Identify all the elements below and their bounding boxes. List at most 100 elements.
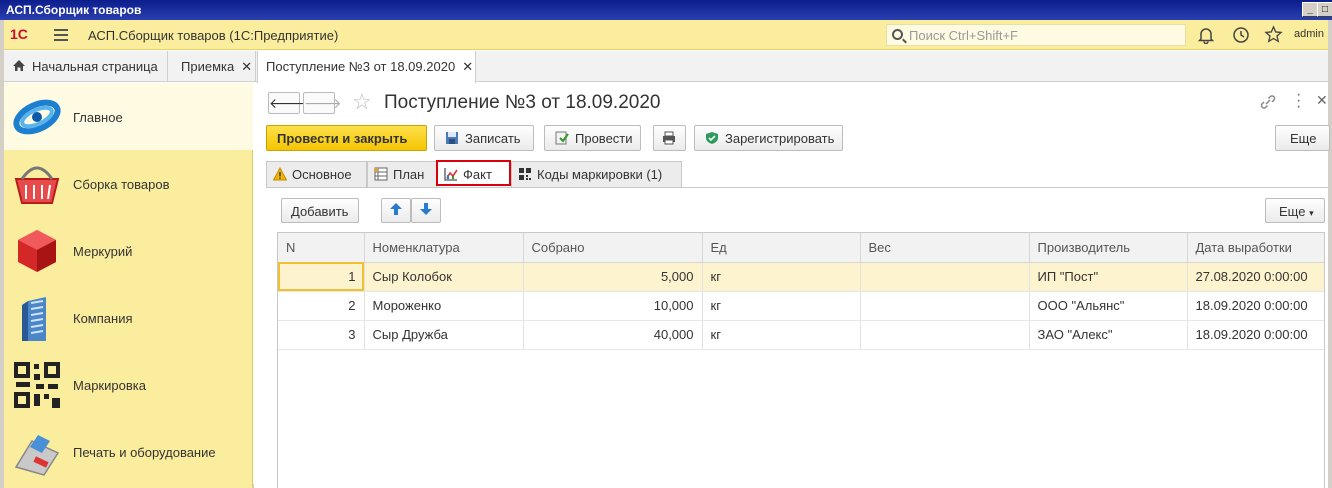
- qr-code-icon: [14, 362, 60, 408]
- column-header[interactable]: Вес: [860, 233, 1030, 263]
- move-up-button[interactable]: [381, 198, 411, 223]
- tabs-divider: [266, 187, 1328, 188]
- close-icon[interactable]: ✕: [462, 59, 473, 74]
- open-windows-bar: Начальная страница Приемка ✕ Поступление …: [4, 51, 1328, 83]
- tab-basic-label: Основное: [292, 167, 352, 182]
- user-name[interactable]: admin: [1294, 28, 1324, 40]
- tab-marking-codes[interactable]: Коды маркировки (1): [511, 161, 682, 187]
- sidebar-item-mercury[interactable]: Меркурий: [4, 217, 253, 284]
- tab-priemka[interactable]: Приемка ✕: [173, 51, 256, 82]
- cell-qty[interactable]: 40,000: [523, 320, 703, 350]
- print-button[interactable]: [653, 125, 686, 151]
- post-button[interactable]: Провести: [544, 125, 641, 151]
- home-icon: [13, 60, 25, 71]
- column-header[interactable]: Номенклатура: [364, 233, 524, 263]
- sidebar-item-company[interactable]: Компания: [4, 284, 253, 351]
- more-button[interactable]: Еще: [1275, 125, 1330, 151]
- register-label: Зарегистрировать: [725, 131, 835, 146]
- search-input[interactable]: Поиск Ctrl+Shift+F: [886, 24, 1186, 46]
- sidebar-item-label: Печать и оборудование: [73, 445, 216, 460]
- tab-document-label: Поступление №3 от 18.09.2020: [266, 59, 456, 74]
- sidebar-item-marking[interactable]: Маркировка: [4, 351, 253, 418]
- cell-name[interactable]: Сыр Дружба: [364, 320, 524, 350]
- window-title: АСП.Сборщик товаров: [6, 3, 142, 17]
- cell-n[interactable]: 3: [278, 320, 365, 350]
- favorite-star-icon[interactable]: ☆: [352, 89, 372, 115]
- save-button[interactable]: Записать: [434, 125, 534, 151]
- table-more-button[interactable]: Еще ▾: [1265, 198, 1325, 223]
- sidebar-item-main[interactable]: Главное: [4, 83, 253, 150]
- sections-panel: Главное Сборка товаров Меркурий Компания: [4, 83, 253, 488]
- cell-qty[interactable]: 10,000: [523, 291, 703, 321]
- tab-document[interactable]: Поступление №3 от 18.09.2020 ✕: [257, 51, 476, 83]
- printer-icon: [663, 131, 675, 145]
- tab-plan[interactable]: План: [367, 161, 437, 187]
- move-down-button[interactable]: [411, 198, 441, 223]
- history-icon[interactable]: [1232, 26, 1250, 44]
- close-icon[interactable]: ✕: [1316, 92, 1328, 109]
- column-header[interactable]: N: [278, 233, 365, 263]
- cell-unit[interactable]: кг: [702, 291, 861, 321]
- table-row[interactable]: 2 Мороженко 10,000 кг ООО "Альянс" 18.09…: [278, 291, 1324, 321]
- cell-unit[interactable]: кг: [702, 320, 861, 350]
- sidebar-item-assembly[interactable]: Сборка товаров: [4, 150, 253, 217]
- cell-producer[interactable]: ООО "Альянс": [1029, 291, 1188, 321]
- building-icon: [22, 297, 46, 341]
- back-button[interactable]: 🡐: [268, 92, 307, 114]
- tab-fact[interactable]: Факт: [436, 160, 511, 186]
- column-header[interactable]: Собрано: [523, 233, 703, 263]
- cell-date[interactable]: 27.08.2020 0:00:00: [1187, 262, 1324, 292]
- favorites-star-icon[interactable]: [1264, 25, 1283, 44]
- column-header[interactable]: Ед: [702, 233, 861, 263]
- sidebar-item-label: Компания: [73, 311, 133, 326]
- search-icon: [892, 29, 903, 40]
- post-and-close-button[interactable]: Провести и закрыть: [266, 125, 427, 151]
- bell-icon[interactable]: [1198, 27, 1214, 44]
- cell-n[interactable]: 1: [278, 262, 365, 292]
- more-menu-icon[interactable]: · · ·: [1296, 87, 1301, 115]
- window-title-bar: АСП.Сборщик товаров _ □: [0, 0, 1332, 20]
- cell-date[interactable]: 18.09.2020 0:00:00: [1187, 291, 1324, 321]
- tab-home[interactable]: Начальная страница: [4, 51, 168, 82]
- plan-icon: [374, 167, 388, 181]
- cell-unit[interactable]: кг: [702, 262, 861, 292]
- shield-icon: [706, 132, 718, 144]
- tab-marking-codes-label: Коды маркировки (1): [537, 167, 663, 182]
- cell-weight[interactable]: [860, 320, 1030, 350]
- table-row[interactable]: 1 Сыр Колобок 5,000 кг ИП "Пост" 27.08.2…: [278, 262, 1324, 292]
- minimize-button[interactable]: _: [1302, 2, 1318, 17]
- save-icon: [446, 132, 458, 144]
- qr-code-icon: [519, 168, 531, 180]
- forward-button[interactable]: 🡒: [303, 92, 342, 114]
- cell-qty[interactable]: 5,000: [523, 262, 703, 292]
- cell-weight[interactable]: [860, 291, 1030, 321]
- chevron-down-icon: ▾: [1309, 208, 1314, 218]
- goods-table: N Номенклатура Собрано Ед Вес Производит…: [277, 232, 1325, 488]
- save-label: Записать: [465, 131, 521, 146]
- add-button[interactable]: Добавить: [281, 198, 359, 223]
- sidebar-item-print[interactable]: Печать и оборудование: [4, 418, 253, 485]
- tab-priemka-label: Приемка: [181, 59, 235, 74]
- link-icon[interactable]: [1259, 94, 1277, 110]
- cell-producer[interactable]: ЗАО "Алекс": [1029, 320, 1188, 350]
- sidebar-item-label: Сборка товаров: [73, 177, 170, 192]
- cell-weight[interactable]: [860, 262, 1030, 292]
- main-menu-icon[interactable]: [54, 29, 68, 41]
- column-header[interactable]: Производитель: [1029, 233, 1188, 263]
- column-header[interactable]: Дата выработки: [1187, 233, 1324, 263]
- close-icon[interactable]: ✕: [241, 59, 252, 74]
- sidebar-item-label: Главное: [73, 110, 123, 125]
- cell-n[interactable]: 2: [278, 291, 365, 321]
- register-button[interactable]: Зарегистрировать: [694, 125, 843, 151]
- tab-basic[interactable]: Основное: [266, 161, 367, 187]
- cell-name[interactable]: Мороженко: [364, 291, 524, 321]
- cell-date[interactable]: 18.09.2020 0:00:00: [1187, 320, 1324, 350]
- sidebar-item-label: Меркурий: [73, 244, 133, 259]
- 1c-logo-icon: 1C: [10, 26, 28, 42]
- chart-icon: [444, 168, 458, 181]
- table-row[interactable]: 3 Сыр Дружба 40,000 кг ЗАО "Алекс" 18.09…: [278, 320, 1324, 350]
- cube-icon: [18, 230, 56, 272]
- maximize-button[interactable]: □: [1317, 2, 1332, 17]
- cell-producer[interactable]: ИП "Пост": [1029, 262, 1188, 292]
- cell-name[interactable]: Сыр Колобок: [364, 262, 524, 292]
